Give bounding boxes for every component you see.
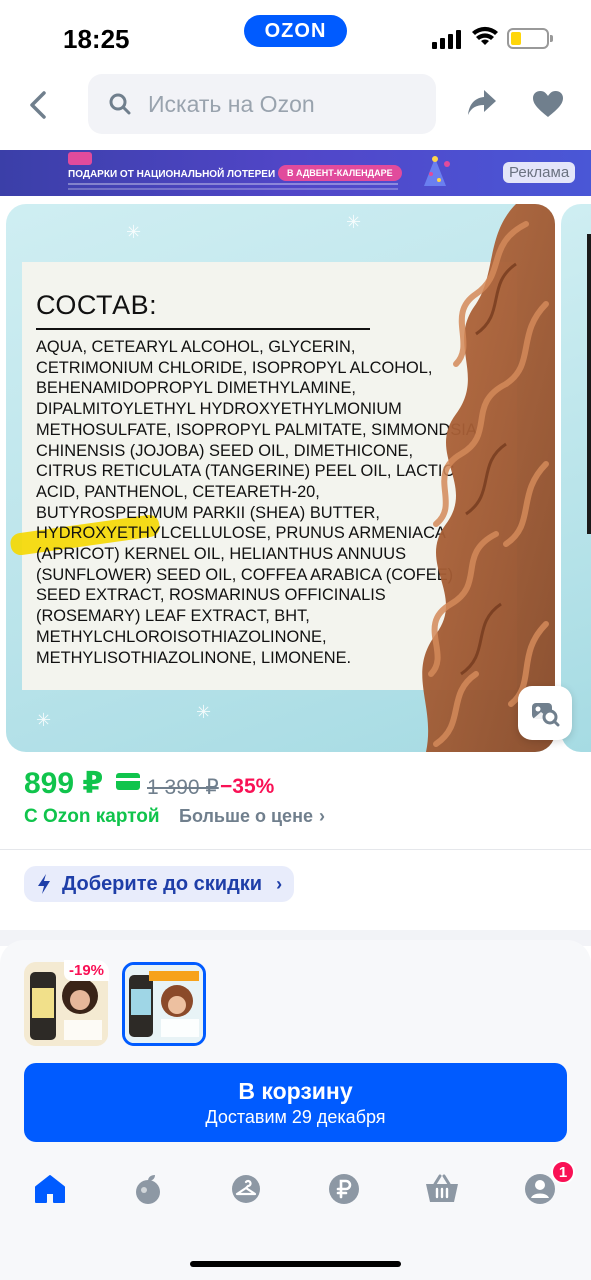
tab-cart[interactable] bbox=[425, 1172, 459, 1206]
share-icon[interactable] bbox=[466, 88, 498, 118]
profile-icon bbox=[525, 1174, 555, 1204]
ozon-logo[interactable]: OZON bbox=[244, 15, 347, 47]
chevron-right-icon: › bbox=[276, 873, 283, 894]
hanger-icon bbox=[232, 1175, 260, 1203]
card-title: СОСТАВ: bbox=[36, 290, 158, 320]
image-search-button[interactable] bbox=[518, 686, 572, 740]
battery-icon bbox=[507, 28, 553, 49]
tree-icon bbox=[424, 156, 450, 186]
promo-label: Доберите до скидки bbox=[62, 872, 263, 895]
lens-search-icon bbox=[532, 703, 560, 727]
variant-discount-badge: -19% bbox=[64, 960, 110, 981]
add-to-cart-label: В корзину bbox=[238, 1077, 353, 1104]
wifi-icon bbox=[472, 26, 498, 45]
tab-home[interactable] bbox=[33, 1172, 67, 1206]
search-input[interactable] bbox=[148, 90, 408, 118]
snowflake-icon: ✳ bbox=[196, 702, 212, 722]
chevron-right-icon: › bbox=[318, 806, 325, 826]
ozon-card-icon bbox=[116, 773, 140, 790]
chevron-left-icon bbox=[30, 91, 46, 119]
fresh-icon bbox=[136, 1175, 160, 1204]
ad-fine-print-2 bbox=[68, 188, 398, 190]
title-underline bbox=[36, 328, 370, 330]
home-indicator[interactable] bbox=[190, 1261, 401, 1267]
current-price: 899 ₽ bbox=[24, 767, 104, 800]
snowflake-icon: ✳ bbox=[346, 212, 362, 232]
ruble-icon bbox=[329, 1174, 359, 1204]
heart-icon[interactable] bbox=[532, 90, 564, 118]
tab-fresh[interactable] bbox=[131, 1172, 165, 1206]
search-icon bbox=[109, 93, 131, 115]
more-about-price-label: Больше о цене bbox=[179, 806, 313, 826]
divider bbox=[0, 849, 591, 850]
status-time: 18:25 bbox=[63, 24, 130, 54]
snowflake-icon: ✳ bbox=[36, 710, 52, 730]
ad-banner[interactable]: ПОДАРКИ ОТ НАЦИОНАЛЬНОЙ ЛОТЕРЕИ В АДВЕНТ… bbox=[0, 150, 591, 196]
variant-thumbnail-selected[interactable] bbox=[122, 962, 206, 1046]
ad-fine-print bbox=[68, 183, 398, 185]
status-bar: 18:25 OZON bbox=[0, 0, 591, 72]
add-to-cart-button[interactable]: В корзину Доставим 29 декабря bbox=[24, 1063, 567, 1142]
old-price: 1 390 ₽ bbox=[147, 776, 219, 799]
tab-catalog[interactable] bbox=[229, 1172, 263, 1206]
lottery-logo bbox=[68, 152, 92, 165]
profile-notification-badge: 1 bbox=[551, 1160, 575, 1184]
discount-percent: −35% bbox=[220, 775, 275, 798]
ingredients-text: AQUA, CETEARYL ALCOHOL, GLYCERIN, CETRIM… bbox=[36, 338, 476, 667]
basket-icon bbox=[426, 1174, 458, 1202]
lightning-icon bbox=[38, 874, 50, 894]
promo-chip[interactable]: Доберите до скидки › bbox=[24, 866, 295, 902]
snowflake-icon: ✳ bbox=[126, 222, 142, 242]
signal-icon bbox=[432, 30, 461, 49]
back-button[interactable] bbox=[28, 88, 58, 122]
home-icon bbox=[35, 1175, 65, 1203]
product-gallery[interactable]: ✳ ✳ ✳ ✳ СОСТАВ: AQUA, CETEARYL ALCOHOL, … bbox=[6, 204, 555, 752]
ozon-card-label: С Ozon картой bbox=[24, 806, 160, 827]
tab-finance[interactable] bbox=[327, 1172, 361, 1206]
ad-label: Реклама bbox=[503, 162, 576, 183]
more-about-price-link[interactable]: Больше о цене › bbox=[179, 806, 325, 827]
search-bar[interactable] bbox=[88, 74, 436, 134]
ad-headline: ПОДАРКИ ОТ НАЦИОНАЛЬНОЙ ЛОТЕРЕИ bbox=[68, 169, 276, 180]
next-image-preview[interactable] bbox=[561, 204, 591, 752]
ad-cta-pill: В АДВЕНТ-КАЛЕНДАРЕ bbox=[278, 165, 402, 181]
delivery-date: Доставим 29 декабря bbox=[205, 1106, 386, 1127]
product-thumbnail-image bbox=[125, 965, 203, 1043]
ingredients-card: СОСТАВ: AQUA, CETEARYL ALCOHOL, GLYCERIN… bbox=[9, 262, 517, 690]
